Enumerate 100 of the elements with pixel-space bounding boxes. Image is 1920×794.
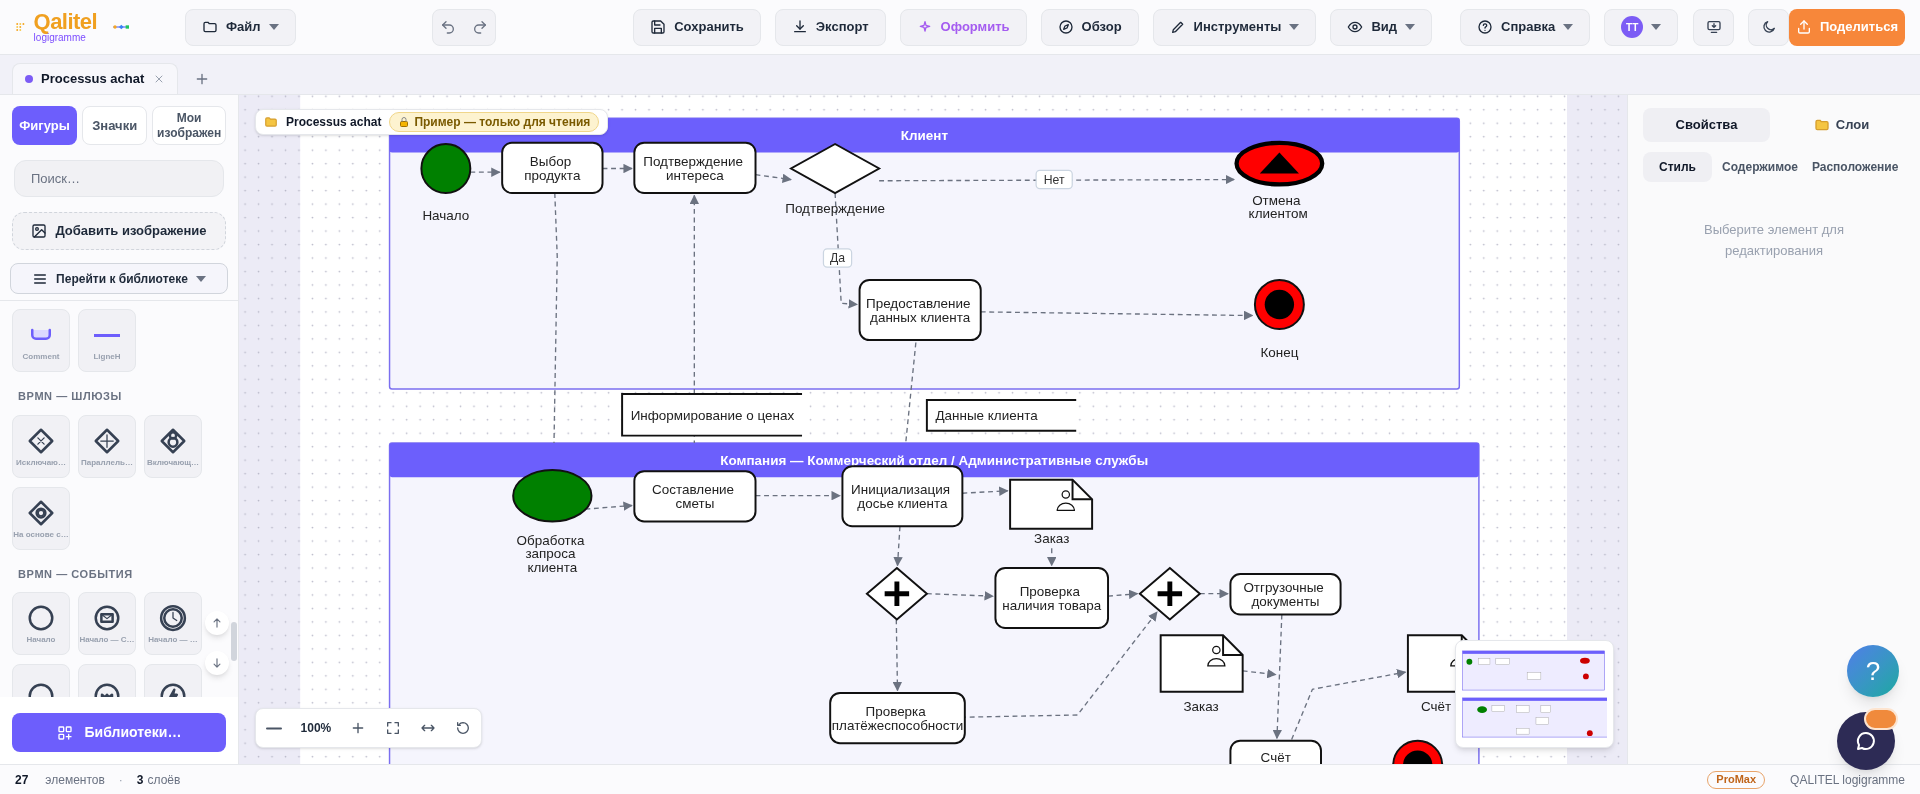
panel-tab[interactable]: Свойства [1643, 108, 1770, 142]
folder-icon [264, 115, 278, 129]
connector-arrow [961, 486, 1009, 496]
layer-count: 3 [136, 771, 144, 789]
library-tab[interactable]: Мои изображен [152, 106, 226, 145]
export-button[interactable]: Экспорт [774, 8, 886, 46]
panel-subtab[interactable]: Расположение [1807, 152, 1903, 182]
minimap-drawing[interactable] [1455, 640, 1614, 748]
element-count: 27 [15, 771, 29, 789]
event-label: Заказ [1034, 531, 1070, 547]
help-menu-button[interactable]: Справка [1460, 8, 1591, 46]
process-task: Предоставление данных клиента [858, 279, 982, 342]
account-menu-button[interactable]: TT [1604, 8, 1679, 46]
circle-event-icon [26, 603, 56, 633]
add-image-button[interactable]: Добавить изображение [12, 212, 226, 250]
event-label: Заказ [1183, 699, 1219, 715]
tools-menu-button[interactable]: Инструменты [1152, 8, 1317, 46]
line-shape-icon [94, 333, 120, 337]
event-label: Конец [1260, 345, 1299, 361]
breadcrumb-label[interactable]: Processus achat [286, 113, 382, 131]
undo-icon [440, 19, 457, 35]
search-field[interactable]: Поиск… [14, 160, 224, 197]
redo-icon [471, 19, 488, 35]
caret-icon [195, 273, 206, 284]
parallel-gateway [1138, 566, 1202, 621]
panel-subtab[interactable]: Содержимое [1718, 152, 1802, 182]
logo-subtitle: logigramme [33, 33, 86, 43]
connector-arrow [1047, 547, 1057, 567]
install-app-button[interactable] [1693, 8, 1735, 46]
save-icon [650, 19, 667, 35]
section-heading: BPMN — СОБЫТИЯ [17, 566, 134, 582]
lock-icon [398, 116, 411, 128]
badge-text: Пример — только для чтения [414, 114, 591, 131]
process-task: Инициализация досье клиента [841, 465, 964, 528]
notification-badge [1864, 708, 1898, 730]
document-tab[interactable]: Processus achat [12, 63, 178, 94]
connector-arrow [754, 173, 792, 184]
end-event [1253, 279, 1305, 330]
close-icon [153, 73, 165, 85]
upload-icon [1796, 19, 1812, 35]
image-icon [31, 223, 48, 239]
file-menu-button[interactable]: Файл [185, 8, 296, 46]
event-label: Обработка запроса клиента [516, 532, 585, 575]
chat-icon [1854, 729, 1878, 753]
theme-toggle-button[interactable] [1748, 8, 1790, 46]
library-select[interactable]: Перейти к библиотеке [10, 263, 228, 294]
text-annotation: Информирование о ценах [621, 393, 803, 437]
connector-arrow [584, 501, 633, 511]
reset-view-button[interactable] [455, 720, 472, 736]
folder-icon [1813, 117, 1830, 133]
process-task: Счёт [1229, 739, 1322, 764]
edge-label: Нет [1035, 169, 1073, 190]
text-annotation: Данные клиента [925, 399, 1078, 432]
connector-arrow [601, 163, 633, 174]
process-task: Отгрузочные документы [1229, 573, 1342, 616]
connector-arrow [469, 167, 501, 177]
reset-icon [455, 720, 472, 736]
library-tab[interactable]: Значки [82, 106, 148, 145]
process-task: Проверка платёжеспособности [829, 691, 966, 745]
connector-arrow [1199, 588, 1229, 599]
download-icon [791, 19, 808, 35]
view-menu-button[interactable]: Вид [1330, 8, 1432, 46]
start-event [420, 143, 472, 194]
pencil-icon [1169, 19, 1186, 35]
scrollbar-thumb[interactable] [231, 622, 237, 661]
zoom-level: 100% [300, 720, 332, 737]
panel-tab[interactable]: Слои [1778, 108, 1905, 142]
parallel-gateway [865, 566, 929, 621]
process-task: Выбор продукта [501, 141, 604, 194]
monitor-icon [1705, 19, 1722, 35]
tab-label: Processus achat [41, 70, 145, 89]
help-icon [1477, 19, 1493, 35]
save-button[interactable]: Сохранить [633, 8, 761, 46]
redo-button[interactable] [471, 19, 488, 35]
libraries-button[interactable]: Библиотеки… [12, 713, 226, 752]
layer-count-label: слоёв [147, 771, 181, 789]
eye-icon [1347, 19, 1364, 35]
edge-label: Да [822, 248, 853, 268]
library-tab[interactable]: Фигуры [12, 106, 78, 145]
process-task: Проверка наличия товара [994, 567, 1109, 629]
gateway-label: Подтверждение [785, 200, 885, 216]
event-label: Отмена клиентом [1248, 192, 1308, 222]
separator: · [118, 771, 123, 789]
panel-subtab[interactable]: Стиль [1643, 152, 1712, 182]
moon-icon [1760, 19, 1777, 35]
product-name: QALITEL logigramme [1790, 771, 1905, 789]
event-label: Начало [422, 207, 470, 223]
element-count-label: элементов [45, 771, 105, 789]
new-tab-button[interactable] [194, 71, 210, 87]
review-button[interactable]: Обзор [1040, 8, 1139, 46]
zoom-out-button[interactable] [265, 726, 282, 730]
compass-icon [1057, 19, 1074, 35]
fit-screen-button[interactable] [385, 720, 402, 736]
event-label: Счёт [1420, 699, 1452, 715]
undo-button[interactable] [440, 19, 457, 35]
grid-plus-icon [56, 724, 73, 741]
process-task: Составление сметы [633, 470, 757, 523]
timer-event-icon [158, 603, 188, 633]
plus-icon [194, 71, 210, 87]
process-task: Подтверждение интереса [633, 141, 757, 194]
